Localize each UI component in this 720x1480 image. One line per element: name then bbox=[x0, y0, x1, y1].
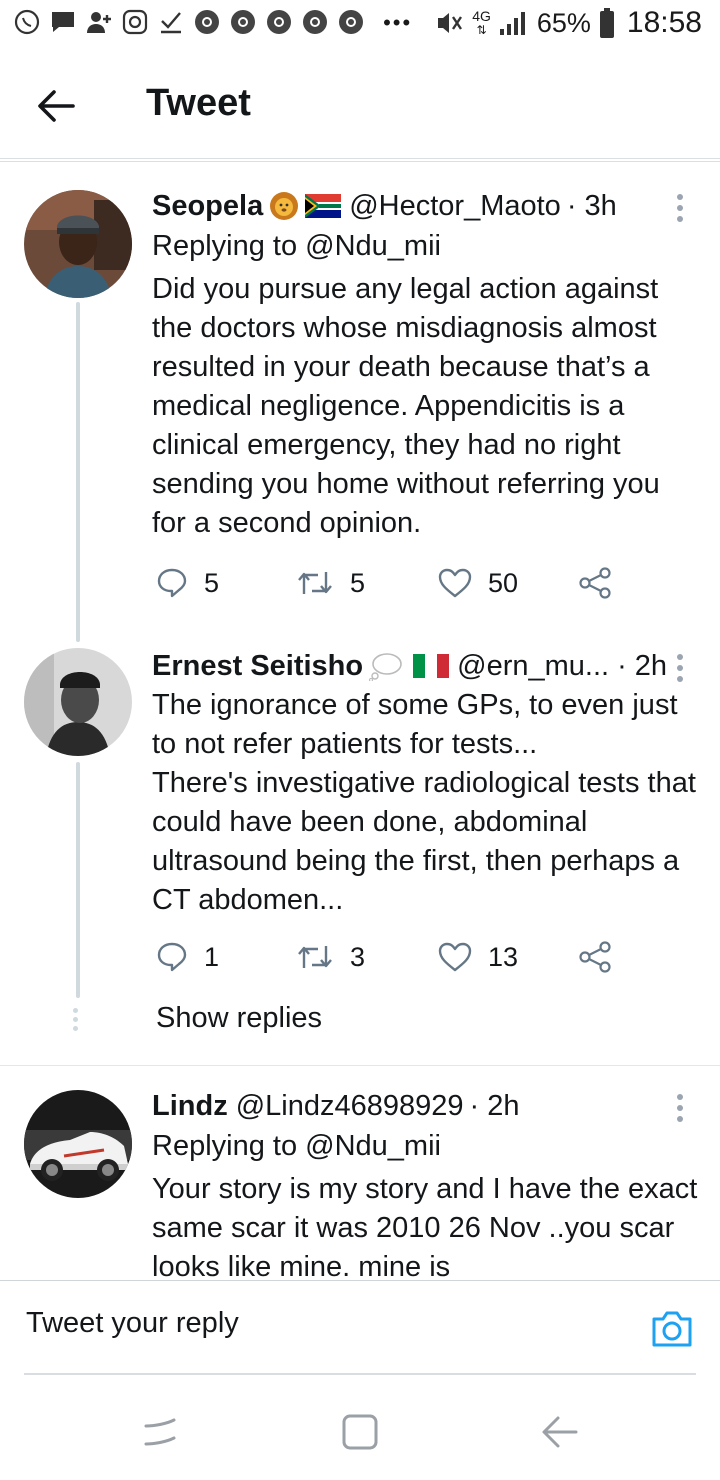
retweet-icon bbox=[298, 946, 332, 968]
reply-count: 1 bbox=[204, 941, 220, 972]
share-icon bbox=[579, 567, 611, 599]
retweet-button[interactable]: 5 bbox=[296, 558, 365, 608]
retweet-icon bbox=[298, 572, 332, 594]
lion-emoji-icon bbox=[270, 192, 299, 220]
system-navigation-bar bbox=[0, 1380, 720, 1480]
header-divider bbox=[0, 158, 720, 162]
tweet-text: Your story is my story and I have the ex… bbox=[152, 1173, 698, 1278]
chrome-icon bbox=[231, 10, 255, 34]
share-button[interactable] bbox=[578, 558, 612, 608]
battery-percentage: 65% bbox=[536, 7, 591, 38]
mute-vibrate-icon bbox=[438, 13, 463, 33]
thread-connector bbox=[76, 302, 80, 642]
replying-to[interactable]: Replying to @Ndu_mii bbox=[152, 1126, 700, 1166]
avatar[interactable] bbox=[24, 648, 132, 756]
timestamp: · 3h bbox=[566, 190, 617, 222]
tweet-text: The ignorance of some GPs, to even just … bbox=[152, 689, 696, 916]
tweet-content: Lindz @Lindz46898929 · 2h Replying to @N… bbox=[152, 1086, 700, 1278]
status-bar: ••• 4G ⇅ 65% 18:58 bbox=[0, 0, 720, 50]
user-handle[interactable]: @ern_mu... bbox=[457, 646, 609, 686]
divider bbox=[0, 1065, 720, 1066]
tweet-content: Ernest Seitisho @ern_mu... · 2h The igno… bbox=[152, 646, 700, 920]
replying-to[interactable]: Replying to @Ndu_mii bbox=[152, 226, 700, 266]
reply-input[interactable]: Tweet your reply bbox=[26, 1307, 239, 1340]
reply-button[interactable]: 5 bbox=[156, 558, 219, 608]
reply-composer: Tweet your reply bbox=[0, 1280, 720, 1376]
chrome-icon bbox=[267, 10, 291, 34]
like-count: 13 bbox=[488, 941, 519, 972]
timestamp: · 2h bbox=[617, 650, 668, 682]
avatar-image bbox=[24, 648, 132, 756]
network-type: 4G ⇅ bbox=[472, 8, 491, 37]
user-handle[interactable]: @Lindz46898929 bbox=[236, 1086, 464, 1126]
thread-connector bbox=[76, 762, 80, 998]
timestamp: · 2h bbox=[469, 1090, 520, 1122]
heart-icon bbox=[438, 568, 472, 598]
add-contact-icon bbox=[87, 12, 111, 33]
tweet-header: Seopela @Hector_Maoto · 3h bbox=[152, 186, 700, 226]
camera-icon[interactable] bbox=[650, 1309, 694, 1349]
app-header: Tweet bbox=[0, 56, 720, 156]
tweet-content: Seopela @Hector_Maoto · 3h Replying to @… bbox=[152, 186, 700, 543]
display-name[interactable]: Lindz bbox=[152, 1086, 228, 1126]
signal-icon bbox=[499, 12, 525, 35]
tweet-actions: 1 3 13 bbox=[152, 932, 652, 982]
more-notifications-dots: ••• bbox=[383, 10, 413, 35]
reply-count: 5 bbox=[204, 567, 220, 598]
more-options-button[interactable] bbox=[668, 1088, 692, 1128]
back-nav-icon[interactable] bbox=[538, 1410, 582, 1454]
battery-icon bbox=[599, 8, 614, 38]
chrome-icon bbox=[303, 10, 327, 34]
thought-bubble-emoji-icon bbox=[369, 653, 402, 681]
reply-icon bbox=[157, 568, 187, 598]
page-title: Tweet bbox=[146, 82, 251, 124]
display-name[interactable]: Ernest Seitisho bbox=[152, 646, 363, 686]
chrome-icon bbox=[339, 10, 363, 34]
show-replies-link[interactable]: Show replies bbox=[156, 1002, 322, 1035]
recent-apps-icon[interactable] bbox=[138, 1410, 182, 1454]
check-download-icon bbox=[161, 12, 181, 34]
more-options-button[interactable] bbox=[668, 648, 692, 688]
avatar[interactable] bbox=[24, 190, 132, 298]
like-count: 50 bbox=[488, 567, 519, 598]
display-name[interactable]: Seopela bbox=[152, 186, 263, 226]
retweet-button[interactable]: 3 bbox=[296, 932, 365, 982]
like-button[interactable]: 50 bbox=[438, 558, 518, 608]
arrow-left-icon bbox=[38, 90, 75, 122]
tweet-header: Lindz @Lindz46898929 · 2h bbox=[152, 1086, 700, 1126]
south-africa-flag-icon bbox=[305, 194, 342, 218]
share-button[interactable] bbox=[578, 932, 612, 982]
status-indicators: ••• 4G ⇅ 65% 18:58 bbox=[383, 6, 702, 40]
composer-underline bbox=[24, 1373, 696, 1375]
back-button[interactable] bbox=[30, 80, 82, 132]
chrome-icon bbox=[195, 10, 219, 34]
user-handle[interactable]: @Hector_Maoto bbox=[349, 186, 561, 226]
home-icon[interactable] bbox=[338, 1410, 382, 1454]
tweet-text: Did you pursue any legal action against … bbox=[152, 273, 660, 539]
clock: 18:58 bbox=[626, 6, 702, 39]
reply-icon bbox=[157, 942, 187, 972]
tweet-header: Ernest Seitisho @ern_mu... · 2h bbox=[152, 646, 700, 686]
more-options-button[interactable] bbox=[668, 188, 692, 228]
retweet-count: 5 bbox=[350, 567, 366, 598]
retweet-count: 3 bbox=[350, 941, 366, 972]
instagram-icon bbox=[122, 9, 148, 35]
message-icon bbox=[52, 12, 74, 32]
avatar-image bbox=[24, 190, 132, 298]
avatar[interactable] bbox=[24, 1090, 132, 1198]
avatar-image bbox=[24, 1090, 132, 1198]
reply-button[interactable]: 1 bbox=[156, 932, 219, 982]
whatsapp-icon bbox=[14, 9, 40, 35]
italy-flag-icon bbox=[413, 654, 450, 678]
heart-icon bbox=[438, 942, 472, 972]
tweet[interactable]: Lindz @Lindz46898929 · 2h Replying to @N… bbox=[0, 1086, 720, 1278]
like-button[interactable]: 13 bbox=[438, 932, 518, 982]
share-icon bbox=[579, 941, 611, 973]
tweet-actions: 5 5 50 bbox=[152, 558, 652, 608]
notification-icons bbox=[14, 9, 364, 35]
thread-continuation-dots bbox=[73, 1008, 78, 1031]
